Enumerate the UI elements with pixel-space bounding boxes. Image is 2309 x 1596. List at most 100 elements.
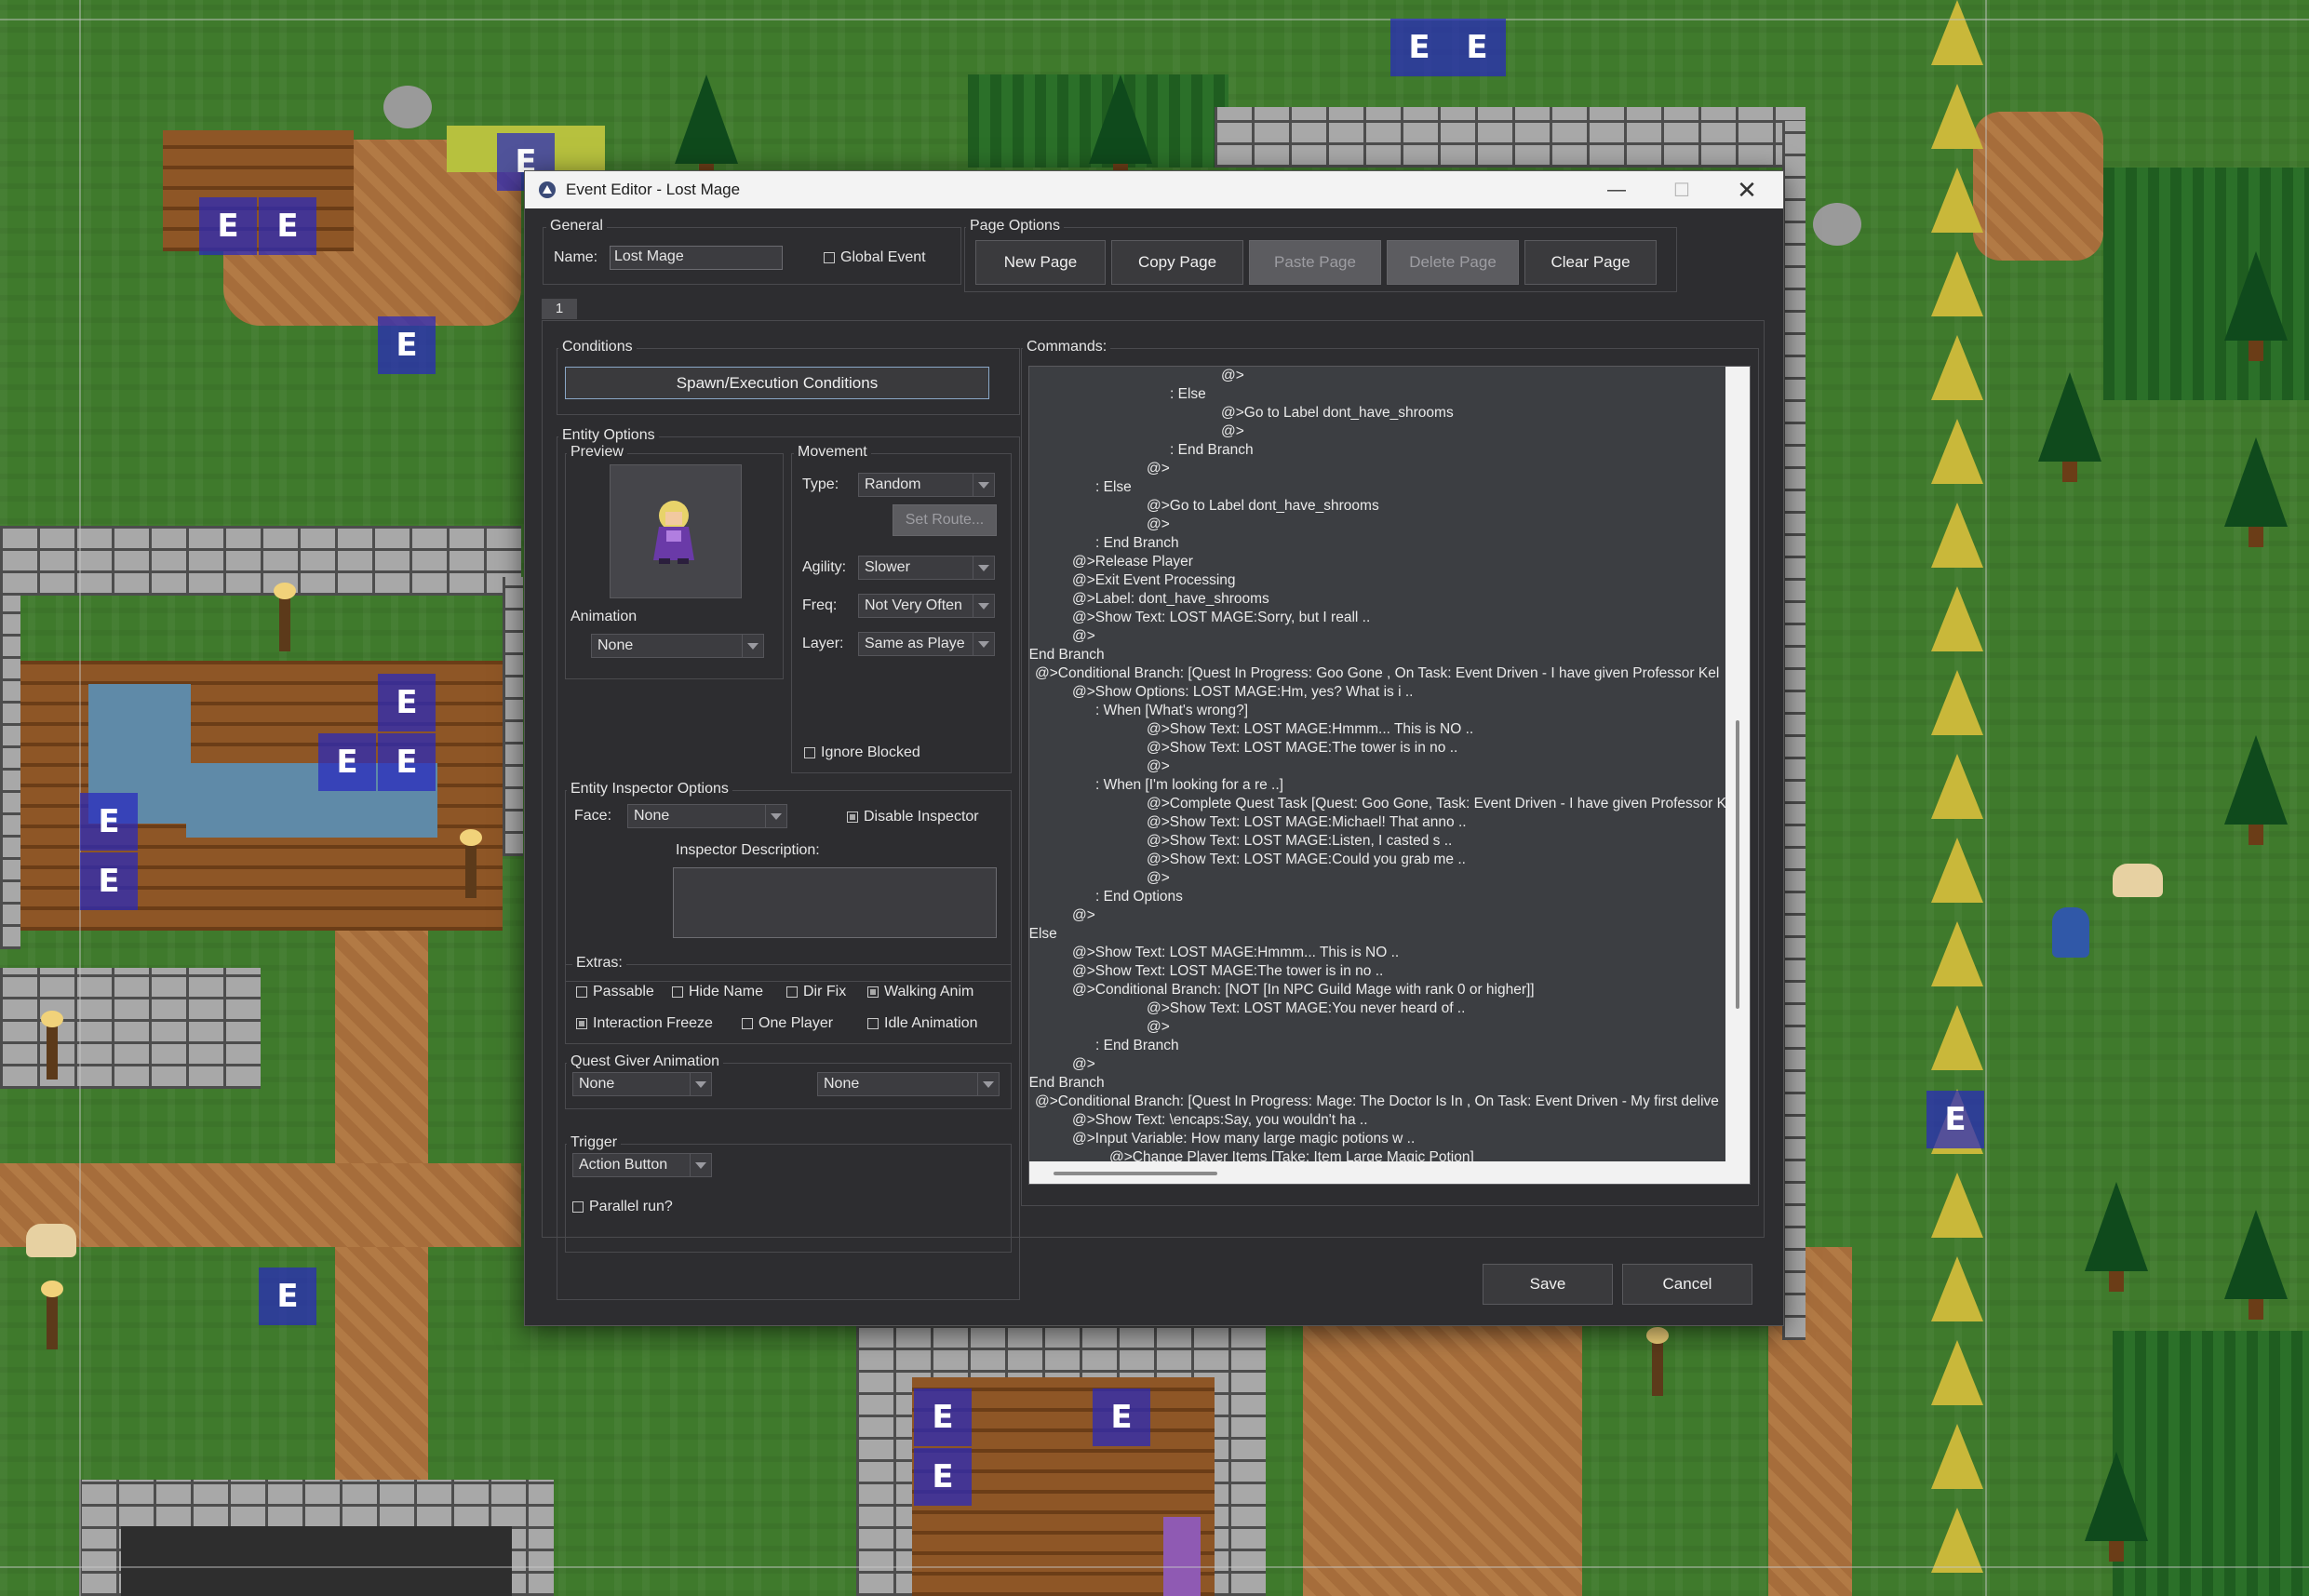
npc-sprite[interactable] bbox=[2052, 907, 2089, 958]
animal-sprite[interactable] bbox=[26, 1224, 76, 1257]
command-line[interactable]: @>Show Text: LOST MAGE:You never heard o… bbox=[1147, 999, 1465, 1018]
scrollbar-thumb[interactable] bbox=[1054, 1172, 1217, 1175]
command-line[interactable]: : Else bbox=[1095, 478, 1132, 497]
cancel-button[interactable]: Cancel bbox=[1622, 1264, 1752, 1305]
command-line[interactable]: @> bbox=[1147, 460, 1170, 478]
checkbox-box[interactable] bbox=[576, 986, 587, 998]
event-marker[interactable]: E bbox=[914, 1388, 972, 1446]
copy-page-button[interactable]: Copy Page bbox=[1111, 240, 1243, 285]
command-line[interactable]: @>Show Text: LOST MAGE:Listen, I casted … bbox=[1147, 832, 1452, 851]
command-line[interactable]: @>Input Variable: How many large magic p… bbox=[1072, 1130, 1415, 1148]
command-line[interactable]: @>Conditional Branch: [Quest In Progress… bbox=[1035, 1093, 1719, 1111]
command-line[interactable]: : End Branch bbox=[1029, 1074, 1105, 1093]
agility-select[interactable]: Slower bbox=[858, 556, 995, 580]
parallel-run-checkbox[interactable]: Parallel run? bbox=[572, 1199, 673, 1215]
disable-inspector-checkbox[interactable]: Disable Inspector bbox=[847, 809, 979, 825]
checkbox-box[interactable] bbox=[576, 1018, 587, 1029]
new-page-button[interactable]: New Page bbox=[975, 240, 1106, 285]
command-line[interactable]: @> bbox=[1147, 869, 1170, 888]
event-marker[interactable]: E bbox=[199, 197, 257, 255]
command-line[interactable]: @> bbox=[1221, 422, 1244, 441]
checkbox-box[interactable] bbox=[786, 986, 798, 998]
event-marker[interactable]: E bbox=[1926, 1091, 1984, 1148]
minimize-icon[interactable]: — bbox=[1584, 171, 1649, 208]
command-line[interactable]: @>Show Text: LOST MAGE:Hmmm... This is N… bbox=[1147, 720, 1473, 739]
command-line[interactable]: @> bbox=[1072, 906, 1095, 925]
event-marker[interactable]: E bbox=[80, 852, 138, 910]
command-line[interactable]: @>Show Text: LOST MAGE:The tower is in n… bbox=[1147, 739, 1457, 758]
command-line[interactable]: @>Conditional Branch: [NOT [In NPC Guild… bbox=[1072, 981, 1535, 999]
checkbox-box[interactable] bbox=[824, 252, 835, 263]
event-marker[interactable]: E bbox=[378, 316, 436, 374]
checkbox-box[interactable] bbox=[847, 811, 858, 823]
command-line[interactable]: @>Conditional Branch: [Quest In Progress… bbox=[1035, 664, 1719, 683]
save-button[interactable]: Save bbox=[1483, 1264, 1613, 1305]
global-event-checkbox[interactable]: Global Event bbox=[824, 249, 926, 266]
quest-giver-left-select[interactable]: None bbox=[572, 1072, 712, 1096]
event-marker[interactable]: E bbox=[259, 1267, 316, 1325]
scrollbar-thumb[interactable] bbox=[1736, 720, 1739, 1009]
command-line[interactable]: @>Label: dont_have_shrooms bbox=[1072, 590, 1269, 609]
command-line[interactable]: @> bbox=[1147, 516, 1170, 534]
event-marker[interactable]: E bbox=[378, 674, 436, 731]
passable-checkbox[interactable]: Passable bbox=[576, 984, 654, 1000]
command-line[interactable]: @>Show Text: LOST MAGE:Sorry, but I real… bbox=[1072, 609, 1370, 627]
frequency-select[interactable]: Not Very Often bbox=[858, 594, 995, 618]
name-input[interactable]: Lost Mage bbox=[610, 246, 783, 270]
command-line[interactable]: : End Options bbox=[1095, 888, 1183, 906]
command-line[interactable]: : When [I'm looking for a re ..] bbox=[1095, 776, 1283, 795]
title-bar[interactable]: Event Editor - Lost Mage — ☐ ✕ bbox=[525, 171, 1783, 208]
event-marker[interactable]: E bbox=[1448, 19, 1506, 76]
idle-animation-checkbox[interactable]: Idle Animation bbox=[867, 1015, 978, 1032]
command-line[interactable]: : End Branch bbox=[1029, 646, 1105, 664]
face-select[interactable]: None bbox=[627, 804, 787, 828]
walking-anim-checkbox[interactable]: Walking Anim bbox=[867, 984, 973, 1000]
command-line[interactable]: @>Show Text: LOST MAGE:Hmmm... This is N… bbox=[1072, 944, 1399, 962]
command-line[interactable]: @>Exit Event Processing bbox=[1072, 571, 1236, 590]
command-line[interactable]: @>Go to Label dont_have_shrooms bbox=[1221, 404, 1454, 422]
quest-giver-right-select[interactable]: None bbox=[817, 1072, 1000, 1096]
event-marker[interactable]: E bbox=[259, 197, 316, 255]
command-line[interactable]: @>Show Text: LOST MAGE:The tower is in n… bbox=[1072, 962, 1383, 981]
dir-fix-checkbox[interactable]: Dir Fix bbox=[786, 984, 846, 1000]
checkbox-box[interactable] bbox=[572, 1201, 584, 1213]
command-line[interactable]: : When [What's wrong?] bbox=[1095, 702, 1248, 720]
commands-list[interactable]: @>: Else @>Go to Label dont_have_shrooms @… bbox=[1028, 366, 1751, 1185]
checkbox-box[interactable] bbox=[867, 1018, 879, 1029]
command-line[interactable]: @> bbox=[1147, 1018, 1170, 1037]
command-line[interactable]: : End Branch bbox=[1095, 534, 1179, 553]
command-line[interactable]: @> bbox=[1147, 758, 1170, 776]
animal-sprite[interactable] bbox=[2113, 864, 2163, 897]
hide-name-checkbox[interactable]: Hide Name bbox=[672, 984, 763, 1000]
event-marker[interactable]: E bbox=[318, 733, 376, 791]
command-line[interactable]: @>Go to Label dont_have_shrooms bbox=[1147, 497, 1379, 516]
interaction-freeze-checkbox[interactable]: Interaction Freeze bbox=[576, 1015, 713, 1032]
sprite-preview[interactable] bbox=[610, 464, 742, 598]
event-marker[interactable]: E bbox=[378, 733, 436, 791]
animation-select[interactable]: None bbox=[591, 634, 764, 658]
layer-select[interactable]: Same as Playe bbox=[858, 632, 995, 656]
command-line[interactable]: @>Complete Quest Task [Quest: Goo Gone, … bbox=[1147, 795, 1750, 813]
event-marker[interactable]: E bbox=[1390, 19, 1448, 76]
command-line[interactable]: : Else bbox=[1170, 385, 1206, 404]
command-line[interactable]: @> bbox=[1072, 1055, 1095, 1074]
maximize-icon[interactable]: ☐ bbox=[1649, 171, 1714, 208]
horizontal-scrollbar[interactable] bbox=[1029, 1161, 1750, 1184]
set-route-button[interactable]: Set Route... bbox=[893, 504, 997, 536]
checkbox-box[interactable] bbox=[672, 986, 683, 998]
vertical-scrollbar[interactable] bbox=[1725, 367, 1750, 1184]
clear-page-button[interactable]: Clear Page bbox=[1524, 240, 1657, 285]
command-line[interactable]: @> bbox=[1221, 367, 1244, 385]
command-line[interactable]: : End Branch bbox=[1170, 441, 1254, 460]
checkbox-box[interactable] bbox=[742, 1018, 753, 1029]
spawn-execution-conditions-button[interactable]: Spawn/Execution Conditions bbox=[565, 367, 989, 399]
command-line[interactable]: @>Show Text: LOST MAGE:Could you grab me… bbox=[1147, 851, 1466, 869]
command-line[interactable]: @>Show Text: \encaps:Say, you wouldn't h… bbox=[1072, 1111, 1368, 1130]
checkbox-box[interactable] bbox=[804, 747, 815, 758]
movement-type-select[interactable]: Random bbox=[858, 473, 995, 497]
command-line[interactable]: @>Show Options: LOST MAGE:Hm, yes? What … bbox=[1072, 683, 1413, 702]
one-player-checkbox[interactable]: One Player bbox=[742, 1015, 833, 1032]
command-line[interactable]: @>Release Player bbox=[1072, 553, 1193, 571]
event-marker[interactable]: E bbox=[80, 793, 138, 851]
event-marker[interactable]: E bbox=[914, 1448, 972, 1506]
